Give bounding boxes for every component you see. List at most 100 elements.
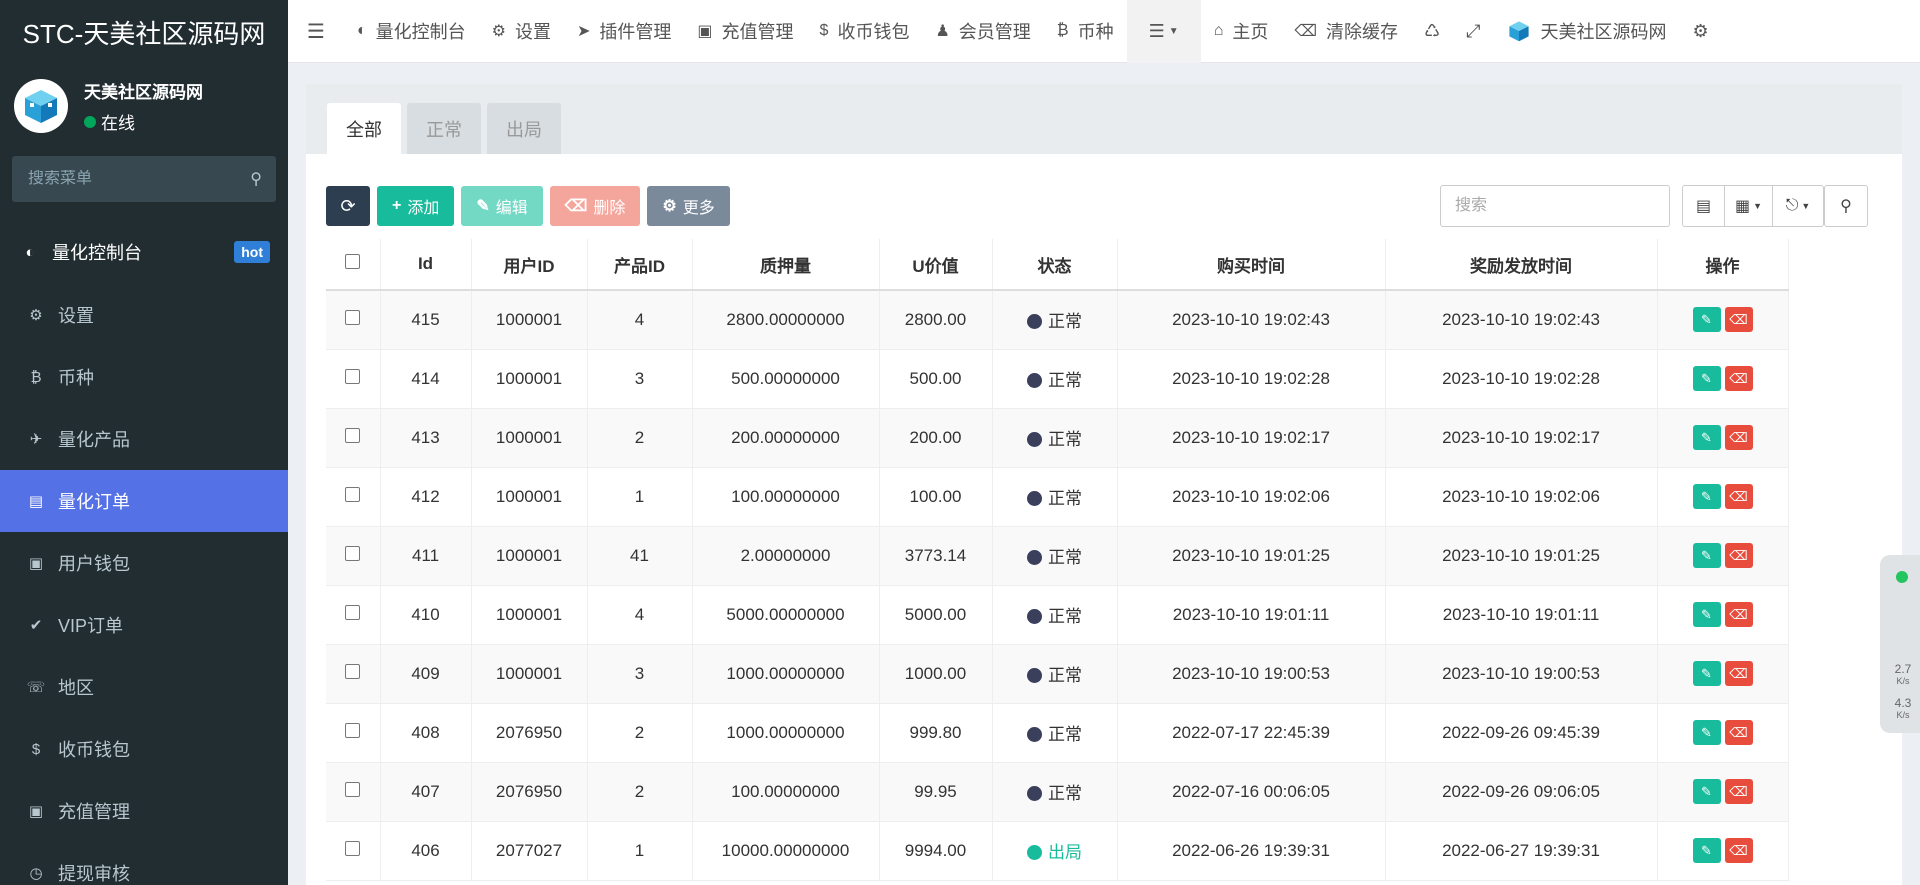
row-delete-button[interactable]: ⌫ [1724,661,1753,686]
row-checkbox[interactable] [345,545,361,561]
row-checkbox[interactable] [345,781,361,797]
column-header[interactable]: 产品ID [587,239,693,291]
nav-plugins[interactable]: ➤ 插件管理 [564,0,684,63]
row-checkbox[interactable] [345,663,361,679]
cell-status[interactable]: 正常 [992,585,1118,645]
nav-language[interactable]: ♺ [1411,0,1453,63]
tab-all[interactable]: 全部 [327,103,401,154]
network-speed-widget[interactable]: 2.7 K/s 4.3 K/s [1880,555,1920,733]
more-button[interactable]: ⚙ 更多 [647,186,730,226]
sidebar-item-region[interactable]: ☏ 地区 [0,656,288,718]
nav-members[interactable]: ♟ 会员管理 [922,0,1043,63]
column-header[interactable]: U价值 [879,239,993,291]
row-checkbox[interactable] [345,604,361,620]
row-edit-button[interactable]: ✎ [1692,366,1721,391]
table-row[interactable]: 407 2076950 2 100.00000000 99.95 正常 2022-07-16… [326,762,1902,822]
sidebar-item-currency[interactable]: ₿ 币种 [0,346,288,408]
nav-fullscreen[interactable]: ⤢ [1453,0,1493,63]
tab-normal[interactable]: 正常 [407,103,481,154]
columns-button[interactable]: ▦ ▼ [1725,186,1773,226]
nav-config[interactable]: ⚙ [1680,0,1722,63]
row-edit-button[interactable]: ✎ [1692,484,1721,509]
cell-status[interactable]: 出局 [992,821,1118,881]
sidebar-item-recharge[interactable]: ▣ 充值管理 [0,780,288,842]
row-checkbox[interactable] [345,309,361,325]
row-checkbox[interactable] [345,840,361,856]
nav-dashboard[interactable]: ◐ 量化控制台 [344,0,479,63]
edit-button[interactable]: ✎ 编辑 [461,186,543,226]
sidebar-item-user-wallet[interactable]: ▣ 用户钱包 [0,532,288,594]
nav-recharge[interactable]: ▣ 充值管理 [684,0,806,63]
table-row[interactable]: 408 2076950 2 1000.00000000 999.80 正常 2022-07-… [326,703,1902,763]
sidebar-item-quant-products[interactable]: ✈ 量化产品 [0,408,288,470]
nav-site-profile[interactable]: 天美社区源码网 [1494,0,1680,63]
column-header[interactable]: 质押量 [692,239,880,291]
row-delete-button[interactable]: ⌫ [1724,425,1753,450]
delete-button[interactable]: ⌫ 删除 [549,186,641,226]
table-row[interactable]: 412 1000001 1 100.00000000 100.00 正常 2023-10-1… [326,467,1902,527]
row-edit-button[interactable]: ✎ [1692,602,1721,627]
row-delete-button[interactable]: ⌫ [1724,838,1753,863]
row-checkbox[interactable] [345,486,361,502]
advanced-search-button[interactable]: ⚲ [1825,186,1867,226]
cell-status[interactable]: 正常 [992,467,1118,527]
row-checkbox[interactable] [345,368,361,384]
refresh-button[interactable]: ⟳ [326,186,370,226]
cell-status[interactable]: 正常 [992,762,1118,822]
cell-status[interactable]: 正常 [992,290,1118,350]
row-delete-button[interactable]: ⌫ [1724,602,1753,627]
table-row[interactable]: 415 1000001 4 2800.00000000 2800.00 正常 2023-10… [326,290,1902,350]
select-all-checkbox[interactable] [345,254,361,269]
cell-status[interactable]: 正常 [992,703,1118,763]
menu-search-input[interactable] [28,170,228,188]
row-delete-button[interactable]: ⌫ [1724,366,1753,391]
row-checkbox[interactable] [345,427,361,443]
row-edit-button[interactable]: ✎ [1692,425,1721,450]
table-row[interactable]: 409 1000001 3 1000.00000000 1000.00 正常 2023-10… [326,644,1902,704]
row-delete-button[interactable]: ⌫ [1724,543,1753,568]
toggle-card-view-button[interactable]: ▤ [1683,186,1725,226]
nav-clear-cache[interactable]: ⌫ 清除缓存 [1281,0,1411,63]
row-checkbox[interactable] [345,722,361,738]
row-delete-button[interactable]: ⌫ [1724,484,1753,509]
column-header[interactable]: 状态 [992,239,1118,291]
nav-more-dropdown[interactable]: ☰ ▼ [1126,0,1201,63]
table-search-input[interactable] [1440,185,1670,227]
cell-status[interactable]: 正常 [992,644,1118,704]
row-edit-button[interactable]: ✎ [1692,720,1721,745]
row-edit-button[interactable]: ✎ [1692,307,1721,333]
sidebar-item-receive-wallet[interactable]: $ 收币钱包 [0,718,288,780]
sidebar-item-withdraw-review[interactable]: ◷ 提现审核 [0,842,288,885]
tab-out[interactable]: 出局 [487,103,561,154]
table-row[interactable]: 413 1000001 2 200.00000000 200.00 正常 2023-10-1… [326,408,1902,468]
brand-title[interactable]: STC-天美社区源码网 [0,0,288,64]
nav-receive-wallet[interactable]: $ 收币钱包 [807,0,923,63]
sidebar-item-settings[interactable]: ⚙ 设置 [0,284,288,346]
table-row[interactable]: 414 1000001 3 500.00000000 500.00 正常 2023-10-1… [326,349,1902,409]
add-button[interactable]: + 添加 [377,186,455,226]
nav-home[interactable]: ⌂ 主页 [1201,0,1282,63]
cell-status[interactable]: 正常 [992,349,1118,409]
row-edit-button[interactable]: ✎ [1692,661,1721,686]
nav-currency[interactable]: ₿ 币种 [1044,0,1127,63]
row-edit-button[interactable]: ✎ [1692,543,1721,568]
sidebar-item-vip-orders[interactable]: ✔ VIP订单 [0,594,288,656]
table-row[interactable]: 406 2077027 1 10000.00000000 9994.00 出局 2022-0… [326,821,1902,881]
column-header[interactable]: Id [380,239,472,291]
row-delete-button[interactable]: ⌫ [1724,307,1753,333]
cell-status[interactable]: 正常 [992,526,1118,586]
row-edit-button[interactable]: ✎ [1692,838,1721,863]
column-header[interactable]: 用户ID [471,239,588,291]
sidebar-toggle-button[interactable]: ☰ [288,0,344,63]
sidebar-item-dashboard[interactable]: ◐ 量化控制台 hot [0,220,288,284]
column-header[interactable]: 奖励发放时间 [1385,239,1658,291]
nav-settings[interactable]: ⚙ 设置 [479,0,564,63]
export-button[interactable]: ⎋ ▼ [1773,186,1823,226]
cell-status[interactable]: 正常 [992,408,1118,468]
sidebar-item-quant-orders[interactable]: ▤ 量化订单 [0,470,288,532]
row-delete-button[interactable]: ⌫ [1724,720,1753,745]
column-header[interactable]: 购买时间 [1117,239,1386,291]
row-delete-button[interactable]: ⌫ [1724,779,1753,804]
search-icon[interactable]: ⚲ [250,169,262,189]
row-edit-button[interactable]: ✎ [1692,779,1721,804]
